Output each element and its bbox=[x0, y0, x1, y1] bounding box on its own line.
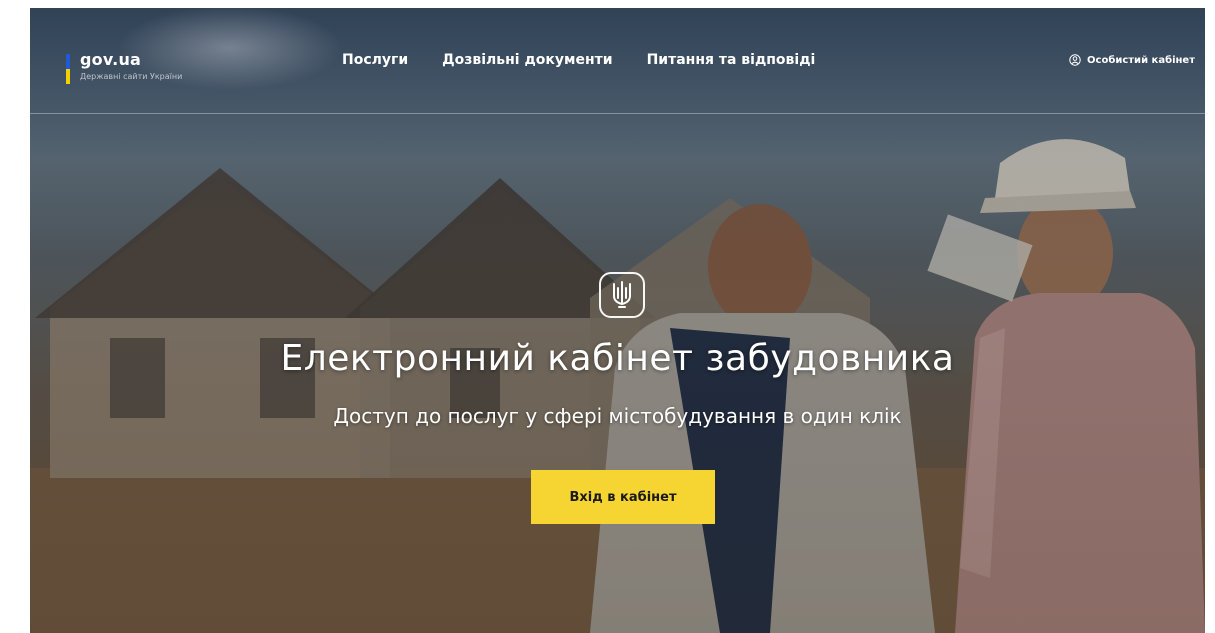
personal-cabinet-label: Особистий кабінет bbox=[1087, 54, 1195, 66]
main-nav: Послуги Дозвільні документи Питання та в… bbox=[342, 52, 815, 68]
flag-icon bbox=[66, 54, 70, 84]
nav-permits[interactable]: Дозвільні документи bbox=[442, 52, 612, 68]
trident-icon bbox=[599, 272, 645, 318]
nav-services[interactable]: Послуги bbox=[342, 52, 408, 68]
flag-blue-stripe bbox=[66, 54, 70, 69]
logo-subtitle: Державні сайти України bbox=[80, 72, 183, 81]
hero-title: Електронний кабінет забудовника bbox=[280, 338, 955, 379]
personal-cabinet-link[interactable]: Особистий кабінет bbox=[1069, 54, 1195, 66]
hero-banner: gov.ua Державні сайти України Послуги До… bbox=[30, 8, 1205, 633]
site-header: gov.ua Державні сайти України Послуги До… bbox=[30, 8, 1205, 114]
flag-yellow-stripe bbox=[66, 69, 70, 84]
nav-faq[interactable]: Питання та відповіді bbox=[647, 52, 816, 68]
logo-title: gov.ua bbox=[80, 50, 142, 69]
login-cabinet-button[interactable]: Вхід в кабінет bbox=[531, 470, 715, 524]
user-circle-icon bbox=[1069, 54, 1081, 66]
gov-ua-logo[interactable]: gov.ua Державні сайти України bbox=[66, 50, 246, 90]
hero-subtitle: Доступ до послуг у сфері містобудування … bbox=[333, 404, 902, 428]
